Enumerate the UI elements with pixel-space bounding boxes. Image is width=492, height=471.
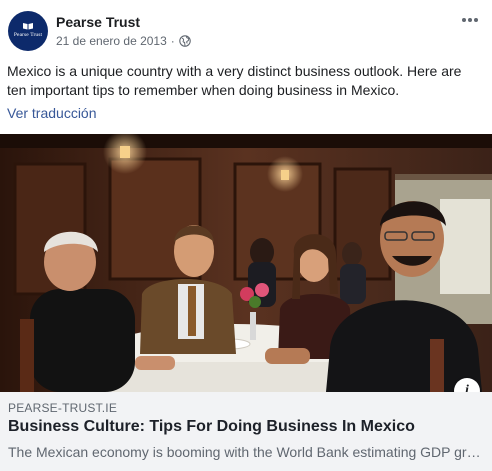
post-header: Pearse Trust Pearse Trust 21 de enero de…	[0, 0, 492, 56]
post-text: Mexico is a unique country with a very d…	[7, 63, 462, 98]
globe-icon[interactable]	[179, 35, 191, 47]
page-name-link[interactable]: Pearse Trust	[56, 14, 140, 30]
link-preview-image[interactable]	[0, 134, 492, 392]
link-title[interactable]: Business Culture: Tips For Doing Busines…	[8, 418, 415, 436]
avatar[interactable]: Pearse Trust	[8, 11, 48, 51]
link-domain: PEARSE-TRUST.IE	[8, 401, 118, 415]
post-meta: 21 de enero de 2013 ·	[56, 34, 191, 48]
more-options-icon[interactable]	[462, 9, 482, 22]
link-preview-caption[interactable]: PEARSE-TRUST.IE Business Culture: Tips F…	[0, 392, 492, 471]
post-date[interactable]: 21 de enero de 2013	[56, 34, 167, 48]
book-emblem-icon	[23, 23, 33, 30]
business-meeting-photo	[0, 134, 492, 392]
see-translation-link[interactable]: Ver traducción	[7, 105, 97, 121]
avatar-logo-text: Pearse Trust	[13, 32, 43, 38]
facebook-post: Pearse Trust Pearse Trust 21 de enero de…	[0, 0, 492, 471]
meta-separator: ·	[170, 34, 175, 48]
link-description: The Mexican economy is booming with the …	[8, 444, 482, 460]
